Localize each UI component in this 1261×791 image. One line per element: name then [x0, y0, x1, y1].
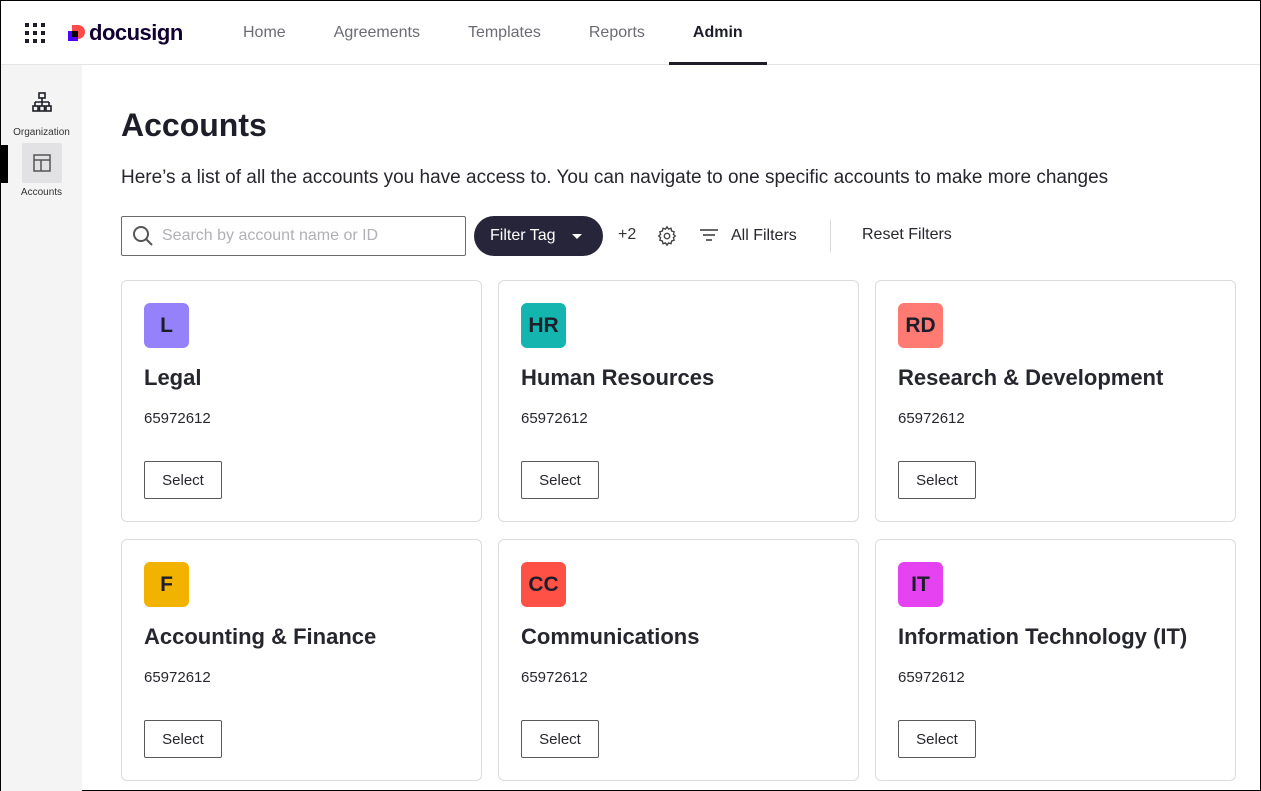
toolbar-divider	[830, 220, 831, 252]
sidebar-item-label: Accounts	[20, 187, 63, 198]
account-avatar: IT	[898, 562, 943, 607]
account-card-information-technology: IT Information Technology (IT) 65972612 …	[875, 539, 1236, 781]
select-button[interactable]: Select	[521, 461, 599, 499]
page-title: Accounts	[121, 107, 267, 143]
search-icon	[133, 226, 153, 246]
account-name: Human Resources	[521, 365, 715, 390]
search-input[interactable]	[162, 227, 452, 245]
select-button[interactable]: Select	[144, 720, 222, 758]
account-name: Accounting & Finance	[144, 624, 377, 649]
search-box	[121, 216, 466, 256]
select-button[interactable]: Select	[521, 720, 599, 758]
account-card-human-resources: HR Human Resources 65972612 Select	[498, 280, 859, 522]
all-filters-label: All Filters	[731, 227, 797, 244]
account-id: 65972612	[521, 669, 588, 686]
filter-tag-dropdown[interactable]: Filter Tag	[474, 216, 603, 256]
account-id: 65972612	[144, 669, 211, 686]
docusign-logo[interactable]: docusign	[68, 19, 183, 47]
account-name: Communications	[521, 624, 700, 649]
nav-tab-admin[interactable]: Admin	[668, 1, 767, 65]
filter-tag-label: Filter Tag	[490, 227, 556, 244]
account-avatar: F	[144, 562, 189, 607]
sidebar-item-accounts[interactable]: Accounts	[1, 143, 82, 198]
nav-tab-agreements[interactable]: Agreements	[310, 1, 444, 65]
account-id: 65972612	[898, 669, 965, 686]
account-name: Information Technology (IT)	[898, 624, 1188, 649]
account-avatar: RD	[898, 303, 943, 348]
docusign-logo-mark-icon	[68, 24, 85, 42]
account-card-accounting-finance: F Accounting & Finance 65972612 Select	[121, 539, 482, 781]
account-name: Legal	[144, 365, 202, 390]
top-navigation-bar: docusign Home Agreements Templates Repor…	[1, 1, 1260, 65]
layout-icon	[21, 143, 62, 183]
caret-down-icon	[571, 233, 582, 239]
sidebar-item-label: Organization	[13, 127, 70, 138]
all-filters-button[interactable]: All Filters	[699, 216, 797, 256]
nav-tab-templates[interactable]: Templates	[444, 1, 565, 65]
filter-lines-icon	[700, 229, 718, 241]
account-avatar: HR	[521, 303, 566, 348]
extra-filters-count[interactable]: +2	[618, 226, 636, 244]
gear-icon[interactable]	[656, 225, 678, 247]
account-id: 65972612	[144, 410, 211, 427]
account-avatar: CC	[521, 562, 566, 607]
account-id: 65972612	[898, 410, 965, 427]
account-name: Research & Development	[898, 365, 1164, 390]
app-launcher-grid-icon[interactable]	[25, 23, 45, 43]
logo-text: docusign	[89, 20, 183, 45]
select-button[interactable]: Select	[898, 720, 976, 758]
sidebar-item-organization[interactable]: Organization	[1, 83, 82, 138]
select-button[interactable]: Select	[898, 461, 976, 499]
account-card-research-development: RD Research & Development 65972612 Selec…	[875, 280, 1236, 522]
account-id: 65972612	[521, 410, 588, 427]
account-card-communications: CC Communications 65972612 Select	[498, 539, 859, 781]
sidebar: Organization Accounts	[1, 65, 82, 791]
nav-tab-reports[interactable]: Reports	[565, 1, 669, 65]
main-nav: Home Agreements Templates Reports Admin	[219, 1, 767, 65]
org-chart-icon	[22, 83, 62, 123]
account-card-legal: L Legal 65972612 Select	[121, 280, 482, 522]
nav-tab-home[interactable]: Home	[219, 1, 310, 65]
account-avatar: L	[144, 303, 189, 348]
page-description: Here’s a list of all the accounts you ha…	[121, 167, 1109, 188]
reset-filters-button[interactable]: Reset Filters	[862, 226, 952, 244]
select-button[interactable]: Select	[144, 461, 222, 499]
filter-toolbar: Filter Tag +2 All Filters Reset Filters	[121, 216, 1241, 256]
